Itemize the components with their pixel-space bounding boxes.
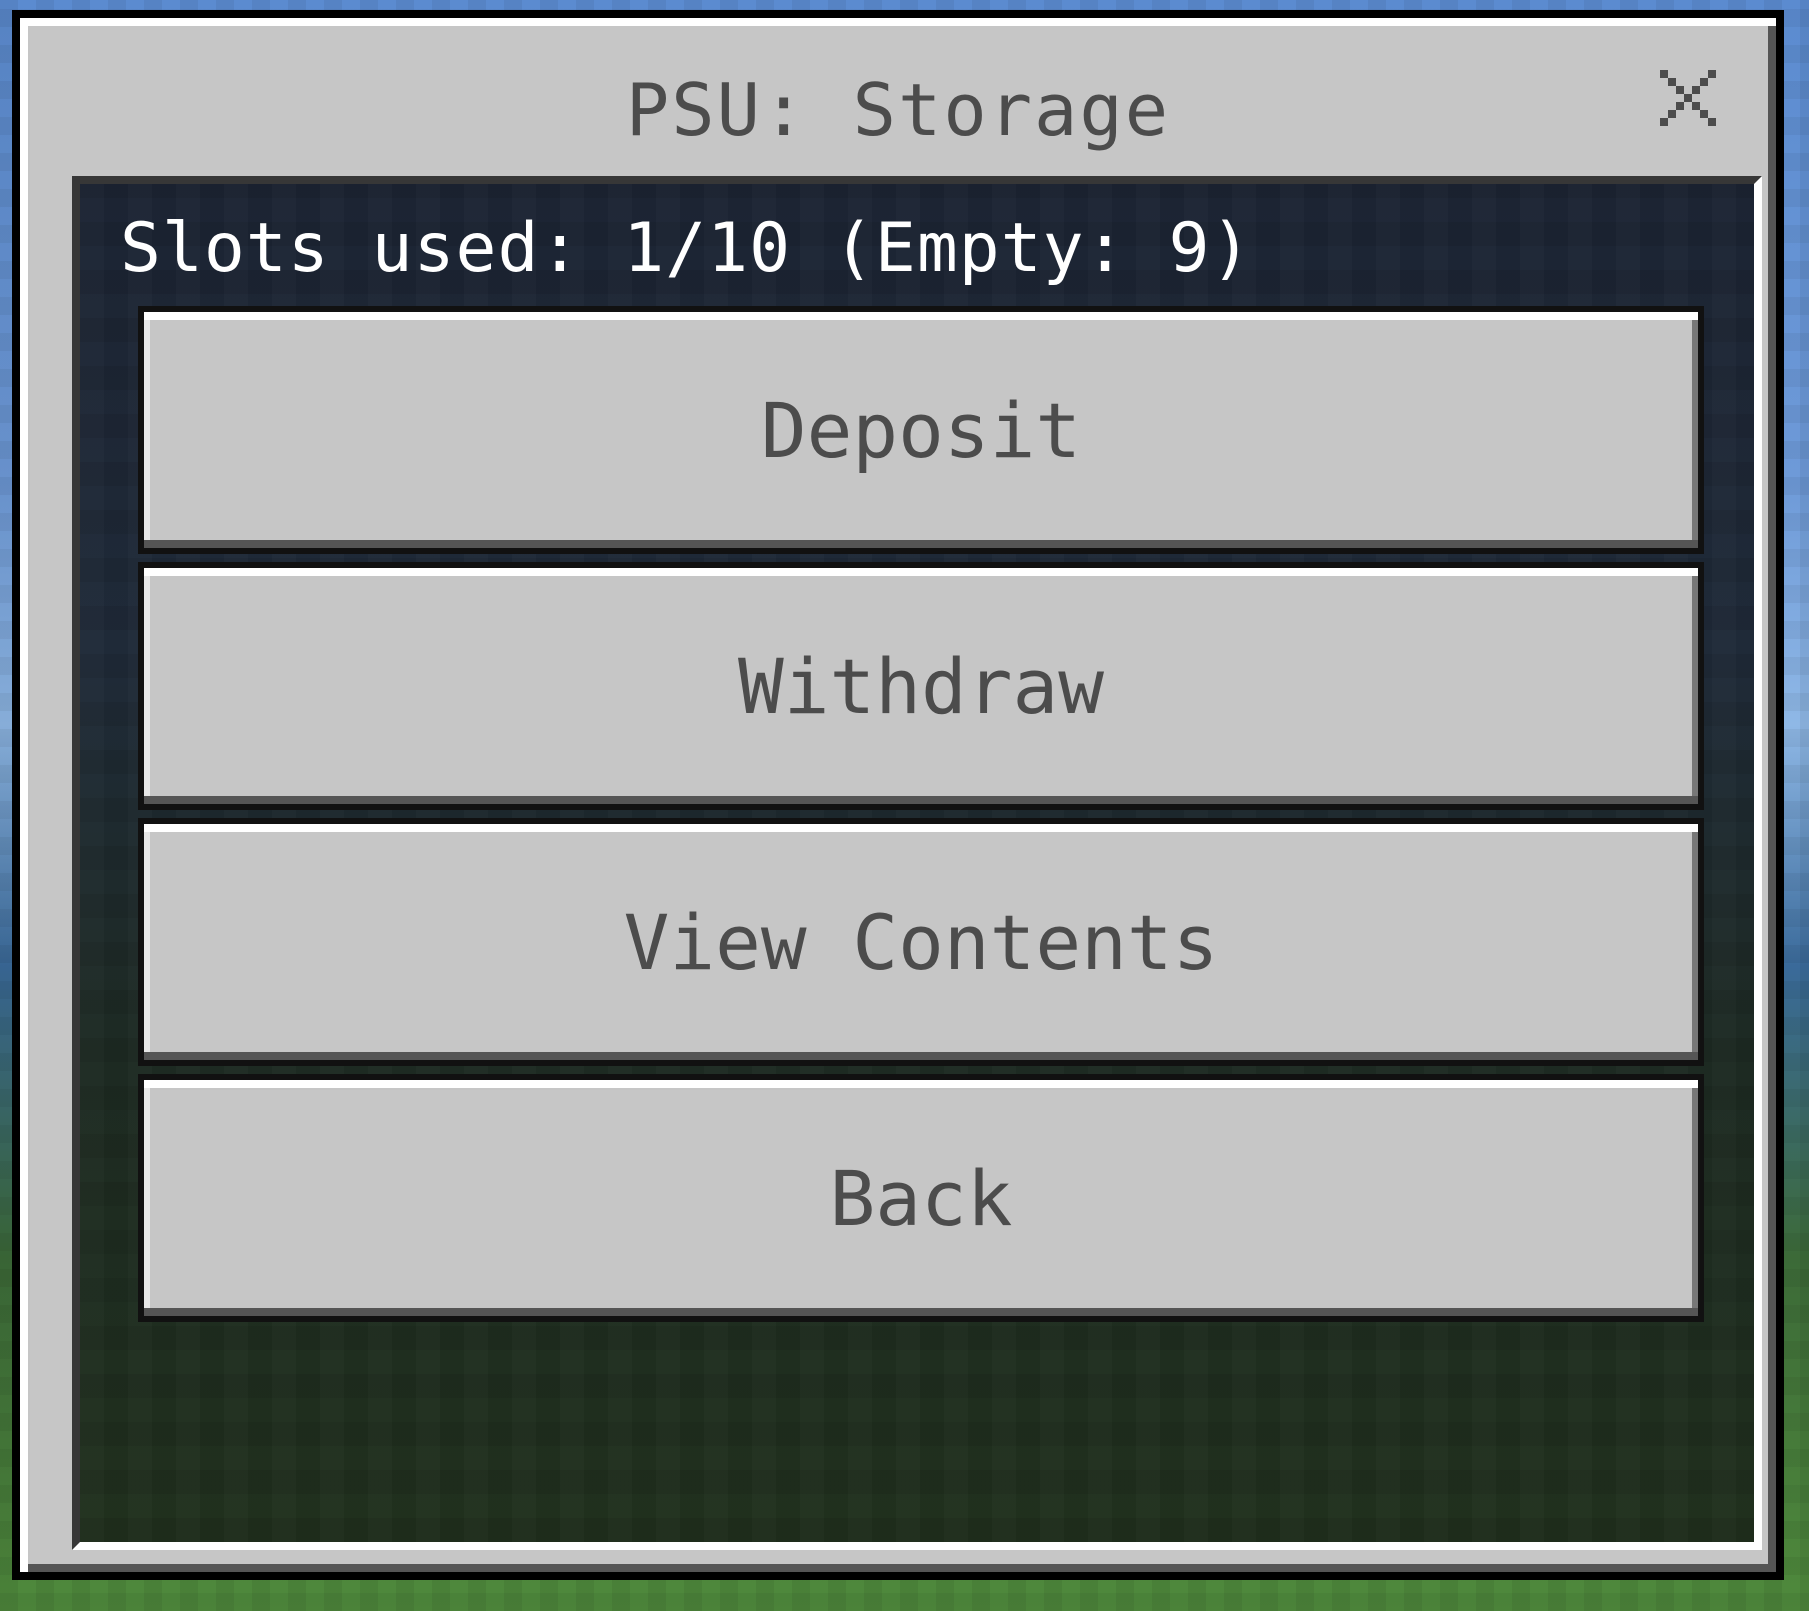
form-content-panel: Slots used: 1/10 (Empty: 9) Deposit With… — [72, 176, 1762, 1550]
deposit-button[interactable]: Deposit — [138, 306, 1704, 554]
dialog-title: PSU: Storage — [625, 68, 1171, 152]
close-icon — [1660, 70, 1716, 126]
slots-status-text: Slots used: 1/10 (Empty: 9) — [120, 209, 1253, 288]
view-contents-button[interactable]: View Contents — [138, 818, 1704, 1066]
storage-dialog: PSU: Storage Slots used: 1/10 (Empty: 9) — [12, 10, 1784, 1580]
back-button[interactable]: Back — [138, 1074, 1704, 1322]
close-button[interactable] — [1660, 70, 1716, 126]
withdraw-button[interactable]: Withdraw — [138, 562, 1704, 810]
